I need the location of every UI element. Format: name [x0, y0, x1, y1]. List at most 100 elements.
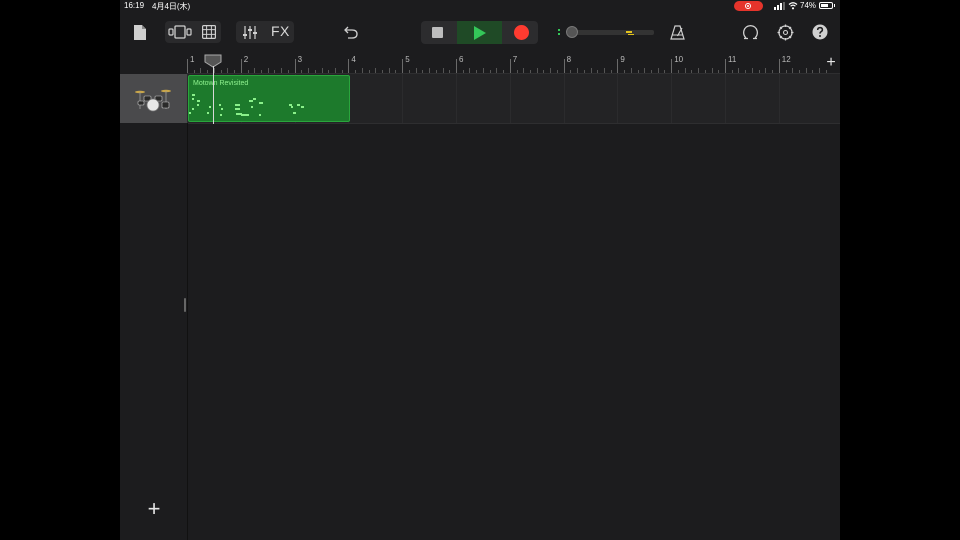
- region-note: [235, 108, 240, 110]
- status-bar: 16:19 4月4日(木) 74%: [120, 0, 840, 12]
- ruler-tick: [388, 68, 390, 73]
- ruler-tick: [348, 59, 350, 73]
- ruler-bar-number: 3: [297, 55, 303, 64]
- ruler-tick: [704, 70, 706, 73]
- ruler-tick: [503, 70, 505, 73]
- ruler-tick: [382, 70, 384, 73]
- lane-gridline: [617, 74, 619, 123]
- help-icon[interactable]: [812, 24, 828, 40]
- region-note: [249, 100, 253, 102]
- region-note: [235, 104, 240, 106]
- ruler-tick: [234, 70, 236, 73]
- ruler-tick: [240, 59, 242, 73]
- ruler-tick: [792, 68, 794, 73]
- ruler-tick: [597, 70, 599, 73]
- region-note: [251, 106, 253, 108]
- ruler-bar-number: 1: [190, 55, 195, 64]
- lane-gridline: [456, 74, 457, 123]
- region-note: [192, 98, 194, 100]
- ruler-tick: [267, 68, 269, 73]
- screen-recording-indicator[interactable]: [734, 1, 763, 11]
- ruler-tick: [657, 68, 659, 73]
- fx-button[interactable]: FX: [271, 23, 290, 39]
- ruler-tick: [725, 59, 726, 73]
- ruler-tick: [711, 68, 713, 73]
- add-section-button[interactable]: +: [822, 54, 840, 72]
- timeline-ruler[interactable]: 1 2 3 4 5 6 7 8 9 10 11 12: [187, 53, 840, 74]
- volume-track[interactable]: [570, 30, 654, 35]
- stop-icon: [432, 27, 443, 38]
- ruler-tick: [805, 68, 807, 73]
- ruler-tick: [731, 70, 733, 73]
- ruler-tick: [375, 68, 377, 73]
- loop-browser-icon[interactable]: [742, 24, 759, 41]
- ruler-tick: [402, 59, 404, 73]
- ruler-tick: [738, 68, 740, 73]
- region-note: [209, 106, 211, 108]
- region-note: [192, 108, 194, 110]
- garageband-screen: 16:19 4月4日(木) 74% FX 1 2 3 4 5 6 7 8 9 1…: [120, 0, 840, 540]
- record-icon: [514, 25, 529, 40]
- ruler-tick: [772, 70, 774, 73]
- ruler-tick: [550, 68, 552, 73]
- ruler-tick: [610, 70, 612, 73]
- region-note: [207, 112, 209, 114]
- track-header-column: [120, 123, 187, 540]
- ruler-tick: [543, 70, 545, 73]
- region-note: [301, 106, 304, 108]
- region-note: [221, 108, 223, 110]
- ruler-tick: [698, 68, 700, 73]
- ruler-tick: [523, 68, 525, 73]
- ruler-tick: [489, 70, 491, 73]
- ruler-bar-number: 8: [566, 55, 572, 64]
- tracks-view-grid-icon[interactable]: [202, 25, 216, 39]
- ruler-tick: [745, 70, 747, 73]
- ruler-tick: [294, 59, 296, 73]
- browser-view-icon[interactable]: [168, 25, 192, 39]
- volume-knob[interactable]: [566, 26, 578, 38]
- header-resize-handle[interactable]: [184, 298, 186, 312]
- record-button[interactable]: [504, 21, 538, 44]
- ruler-bar-number: 10: [674, 55, 684, 64]
- ruler-tick: [361, 68, 363, 73]
- ruler-tick: [482, 68, 484, 73]
- lane-gridline: [509, 74, 511, 123]
- play-button[interactable]: [457, 21, 502, 44]
- my-songs-icon[interactable]: [133, 24, 147, 41]
- stop-button[interactable]: [421, 21, 455, 44]
- ruler-bar-number: 2: [243, 55, 249, 64]
- ruler-tick: [281, 68, 283, 73]
- ruler-tick: [207, 70, 209, 73]
- ruler-tick: [334, 68, 336, 73]
- ruler-tick: [442, 68, 444, 73]
- ruler-tick: [308, 68, 310, 73]
- ruler-bar-number: 9: [620, 55, 625, 64]
- ruler-tick: [395, 70, 397, 73]
- ruler-tick: [200, 68, 202, 73]
- ruler-tick: [509, 59, 511, 73]
- add-track-button[interactable]: +: [142, 498, 166, 522]
- settings-gear-icon[interactable]: [777, 24, 794, 41]
- region-note: [291, 106, 293, 108]
- ruler-tick: [516, 70, 518, 73]
- ruler-bar-number: 6: [459, 55, 464, 64]
- mixer-sliders-icon[interactable]: [243, 25, 257, 40]
- ruler-tick: [227, 68, 229, 73]
- ruler-tick: [630, 68, 632, 73]
- playhead-line[interactable]: [213, 66, 214, 124]
- region-note: [297, 104, 300, 106]
- undo-icon[interactable]: [342, 25, 358, 39]
- ruler-tick: [577, 68, 579, 73]
- ruler-tick: [758, 70, 760, 73]
- track-header-drums[interactable]: [120, 74, 187, 123]
- ruler-tick: [624, 70, 626, 73]
- metronome-icon[interactable]: [670, 25, 685, 40]
- ruler-bar-number: 7: [512, 55, 518, 64]
- master-volume[interactable]: [558, 26, 654, 38]
- ruler-tick: [751, 68, 753, 73]
- ruler-tick: [583, 70, 585, 73]
- ruler-tick: [812, 70, 814, 73]
- transport-controls: [421, 21, 538, 44]
- ruler-tick: [563, 59, 565, 73]
- region-note: [220, 114, 222, 116]
